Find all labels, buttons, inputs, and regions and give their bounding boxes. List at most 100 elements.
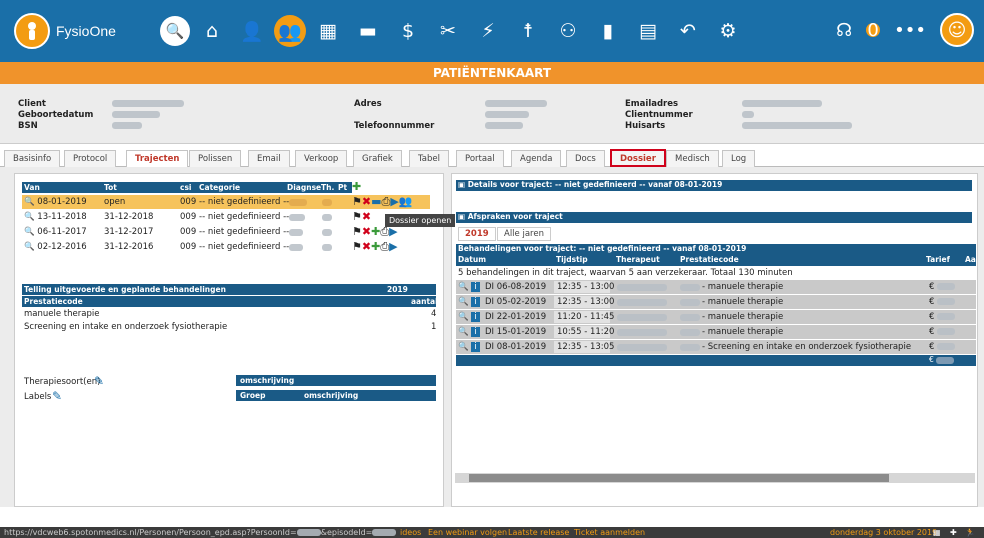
more-icon[interactable]: ••• <box>894 20 926 41</box>
folder-icon[interactable]: ▬ <box>350 13 386 49</box>
flag-icon[interactable]: ⚑ <box>352 195 362 208</box>
redacted-value <box>617 344 667 351</box>
beh-tarief: € <box>929 327 956 337</box>
search-icon[interactable]: 🔍 <box>160 16 190 46</box>
flag-icon[interactable]: ⚑ <box>352 240 362 253</box>
traject-row[interactable]: 🔍 02-12-2016 <box>24 242 87 252</box>
info-icon[interactable]: i <box>471 327 480 337</box>
magnifier-icon[interactable]: 🔍 <box>24 227 35 237</box>
tab-dossier[interactable]: Dossier <box>610 149 666 167</box>
info-icon[interactable]: i <box>471 282 480 292</box>
add-icon[interactable]: ✚ <box>950 527 957 538</box>
statistics-icon[interactable]: ▮ <box>590 13 626 49</box>
back-icon[interactable]: ↶ <box>670 13 706 49</box>
telling-subheader-bar <box>22 296 436 307</box>
user-avatar-icon[interactable]: ☺ <box>940 13 974 47</box>
tab-verkoop[interactable]: Verkoop <box>295 150 348 167</box>
details-title: ▣ Details voor traject: -- niet gedefini… <box>458 180 723 189</box>
scrollbar-thumb[interactable] <box>469 474 889 482</box>
add-icon[interactable]: ✚ <box>371 225 380 238</box>
tab-email[interactable]: Email <box>248 150 290 167</box>
tab-2019[interactable]: 2019 <box>458 227 496 241</box>
group-icon[interactable]: ⚇ <box>550 13 586 49</box>
link-videos[interactable]: ideos <box>400 527 421 538</box>
tab-polissen[interactable]: Polissen <box>189 150 242 167</box>
users-icon[interactable]: 👥 <box>399 195 413 208</box>
redacted-value <box>485 111 529 118</box>
behandelingen-summary: 5 behandelingen in dit traject, waarvan … <box>458 268 793 278</box>
run-icon[interactable]: 🏃 <box>965 527 975 538</box>
traject-row[interactable]: 🔍 08-01-2019 <box>24 197 87 207</box>
redacted-value <box>289 244 303 251</box>
link-release[interactable]: Laatste release <box>508 527 569 538</box>
play-icon[interactable]: ▶ <box>390 195 398 208</box>
info-icon[interactable]: i <box>471 312 480 322</box>
finance-icon[interactable]: $ <box>390 13 426 49</box>
magnifier-icon[interactable]: 🔍 i <box>458 312 480 322</box>
info-icon[interactable]: i <box>471 297 480 307</box>
home-icon[interactable]: ⌂ <box>194 13 230 49</box>
label-adres: Adres <box>354 99 382 109</box>
tab-docs[interactable]: Docs <box>566 150 605 167</box>
add-traject-icon[interactable]: ✚ <box>352 180 361 193</box>
tab-grafiek[interactable]: Grafiek <box>353 150 402 167</box>
tools-icon[interactable]: ✂ <box>430 13 466 49</box>
calendar-icon[interactable]: ▦ <box>933 527 941 538</box>
tab-medisch[interactable]: Medisch <box>666 150 719 167</box>
tab-trajecten[interactable]: Trajecten <box>126 150 189 167</box>
tab-alle-jaren[interactable]: Alle jaren <box>497 227 551 241</box>
tab-basisinfo[interactable]: Basisinfo <box>4 150 61 167</box>
print-icon[interactable]: ⎙ <box>382 195 391 208</box>
flag-icon[interactable]: ⚑ <box>352 225 362 238</box>
magnifier-icon[interactable]: 🔍 i <box>458 327 480 337</box>
traject-row[interactable]: 🔍 13-11-2018 <box>24 212 87 222</box>
beh-code: - Screening en intake en onderzoek fysio… <box>702 342 912 352</box>
horizontal-scrollbar[interactable] <box>455 473 975 483</box>
print-icon[interactable]: ⎙ <box>380 225 389 238</box>
print-icon[interactable]: ⎙ <box>380 240 389 253</box>
info-icon[interactable]: i <box>471 342 480 352</box>
app-logo[interactable]: FysioOne <box>14 13 116 49</box>
edit-labels-icon[interactable]: ✎ <box>52 389 62 403</box>
tab-bar: Basisinfo Protocol Trajecten Polissen Em… <box>0 145 984 167</box>
magnifier-icon[interactable]: 🔍 <box>24 242 35 252</box>
tab-protocol[interactable]: Protocol <box>64 150 117 167</box>
tab-tabel[interactable]: Tabel <box>409 150 449 167</box>
report-icon[interactable]: ▤ <box>630 13 666 49</box>
headset-icon[interactable]: ☊ 0 <box>836 20 881 41</box>
delete-icon[interactable]: ✖ <box>362 195 371 208</box>
redacted-value <box>680 299 700 306</box>
traject-csi: 009 <box>180 197 197 207</box>
total-bar <box>456 355 976 366</box>
delete-icon[interactable]: ✖ <box>362 240 371 253</box>
tab-portaal[interactable]: Portaal <box>456 150 504 167</box>
add-icon[interactable]: ✚ <box>371 240 380 253</box>
play-icon[interactable]: ▶ <box>389 225 397 238</box>
tab-agenda[interactable]: Agenda <box>511 150 562 167</box>
play-icon[interactable]: ▶ <box>389 240 397 253</box>
patients-icon[interactable]: 👥 <box>274 15 306 47</box>
magnifier-icon[interactable]: 🔍 i <box>458 342 480 352</box>
beh-code: - manuele therapie <box>702 297 784 307</box>
magnifier-icon[interactable]: 🔍 <box>24 212 35 222</box>
beh-datum: DI 22-01-2019 <box>485 312 547 322</box>
afspraken-title: ▣ Afspraken voor traject <box>458 212 563 221</box>
link-ticket[interactable]: Ticket aanmelden <box>574 527 645 538</box>
delete-icon[interactable]: ✖ <box>362 225 371 238</box>
exercise-icon[interactable]: ☨ <box>510 13 546 49</box>
settings-icon[interactable]: ⚙ <box>710 13 746 49</box>
delete-icon[interactable]: ✖ <box>362 210 371 223</box>
calendar-icon[interactable]: ▦ <box>310 13 346 49</box>
person-icon[interactable]: 👤 <box>234 13 270 49</box>
magnifier-icon[interactable]: 🔍 i <box>458 297 480 307</box>
tab-log[interactable]: Log <box>722 150 756 167</box>
magnifier-icon[interactable]: 🔍 i <box>458 282 480 292</box>
activity-icon[interactable]: ⚡ <box>470 13 506 49</box>
folder-icon[interactable]: ▬ <box>371 195 381 208</box>
redacted-value <box>680 314 700 321</box>
link-webinar[interactable]: Een webinar volgen <box>428 527 507 538</box>
flag-icon[interactable]: ⚑ <box>352 210 362 223</box>
edit-therapiesoort-icon[interactable]: ✎ <box>94 374 104 388</box>
traject-row[interactable]: 🔍 06-11-2017 <box>24 227 87 237</box>
magnifier-icon[interactable]: 🔍 <box>24 197 35 207</box>
